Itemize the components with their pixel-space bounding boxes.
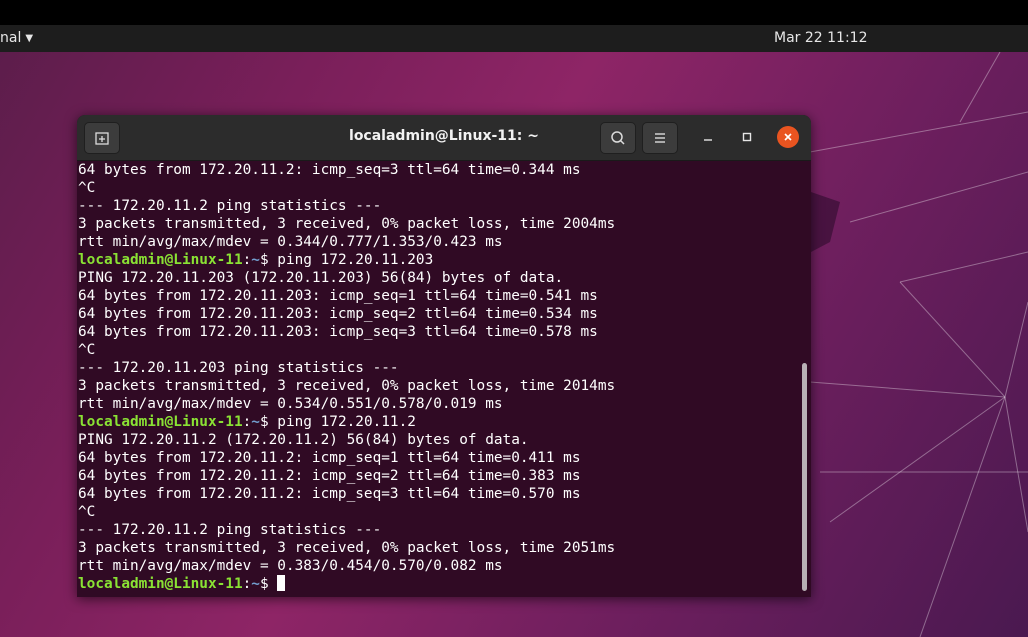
output-line: 64 bytes from 172.20.11.203: icmp_seq=3 … bbox=[78, 324, 598, 340]
output-line: 64 bytes from 172.20.11.2: icmp_seq=3 tt… bbox=[78, 486, 581, 502]
output-line: --- 172.20.11.2 ping statistics --- bbox=[78, 522, 382, 538]
hamburger-menu-icon bbox=[655, 133, 665, 143]
terminal-window[interactable]: localadmin@Linux-11: ~ 64 bytes from 172… bbox=[77, 115, 811, 597]
app-menu-label: nal bbox=[0, 30, 22, 46]
command-text bbox=[269, 576, 278, 592]
prompt-path: ~ bbox=[251, 252, 260, 268]
output-line: ^C bbox=[78, 342, 96, 358]
prompt-separator: : bbox=[242, 414, 252, 430]
search-icon bbox=[611, 131, 625, 145]
output-line: 64 bytes from 172.20.11.2: icmp_seq=3 tt… bbox=[78, 162, 581, 178]
app-menu[interactable]: nal ▼ bbox=[0, 30, 33, 46]
close-button[interactable] bbox=[777, 126, 799, 148]
prompt-symbol: $ bbox=[259, 252, 269, 268]
prompt-path: ~ bbox=[251, 414, 260, 430]
output-line: 64 bytes from 172.20.11.203: icmp_seq=2 … bbox=[78, 306, 598, 322]
output-line: PING 172.20.11.2 (172.20.11.2) 56(84) by… bbox=[78, 432, 529, 448]
output-line: rtt min/avg/max/mdev = 0.383/0.454/0.570… bbox=[78, 558, 503, 574]
prompt-path: ~ bbox=[251, 576, 260, 592]
output-line: 3 packets transmitted, 3 received, 0% pa… bbox=[78, 540, 616, 556]
prompt-line: localadmin@Linux-11:~$ ping 172.20.11.20… bbox=[78, 251, 798, 269]
prompt-symbol: $ bbox=[259, 576, 269, 592]
output-line: rtt min/avg/max/mdev = 0.344/0.777/1.353… bbox=[78, 234, 503, 250]
prompt-user: localadmin@Linux-11 bbox=[78, 252, 243, 268]
maximize-icon bbox=[742, 132, 752, 142]
terminal-output[interactable]: 64 bytes from 172.20.11.2: icmp_seq=3 tt… bbox=[78, 161, 798, 597]
command-text: ping 172.20.11.2 bbox=[268, 414, 416, 430]
minimize-icon bbox=[704, 139, 712, 141]
output-line: 3 packets transmitted, 3 received, 0% pa… bbox=[78, 378, 616, 394]
prompt-separator: : bbox=[242, 576, 252, 592]
prompt-user: localadmin@Linux-11 bbox=[78, 576, 243, 592]
output-line: --- 172.20.11.2 ping statistics --- bbox=[78, 198, 382, 214]
maximize-button[interactable] bbox=[736, 126, 758, 148]
screen-top-edge bbox=[0, 0, 1028, 25]
caret-down-icon: ▼ bbox=[25, 32, 34, 44]
minimize-button[interactable] bbox=[697, 126, 719, 148]
output-line: 64 bytes from 172.20.11.2: icmp_seq=2 tt… bbox=[78, 468, 581, 484]
output-line: ^C bbox=[78, 180, 96, 196]
title-bar[interactable]: localadmin@Linux-11: ~ bbox=[77, 115, 811, 161]
output-line: 3 packets transmitted, 3 received, 0% pa… bbox=[78, 216, 616, 232]
prompt-separator: : bbox=[242, 252, 252, 268]
output-line: rtt min/avg/max/mdev = 0.534/0.551/0.578… bbox=[78, 396, 503, 412]
search-button[interactable] bbox=[600, 122, 636, 154]
prompt-line: localadmin@Linux-11:~$ bbox=[78, 575, 798, 593]
command-text: ping 172.20.11.203 bbox=[268, 252, 434, 268]
prompt-line: localadmin@Linux-11:~$ ping 172.20.11.2 bbox=[78, 413, 798, 431]
terminal-scrollbar[interactable] bbox=[802, 363, 807, 591]
text-cursor bbox=[277, 575, 286, 591]
close-icon bbox=[784, 133, 792, 141]
output-line: ^C bbox=[78, 504, 96, 520]
output-line: 64 bytes from 172.20.11.2: icmp_seq=1 tt… bbox=[78, 450, 581, 466]
output-line: 64 bytes from 172.20.11.203: icmp_seq=1 … bbox=[78, 288, 598, 304]
top-panel: nal ▼ Mar 22 11:12 bbox=[0, 25, 1028, 52]
output-line: PING 172.20.11.203 (172.20.11.203) 56(84… bbox=[78, 270, 564, 286]
menu-button[interactable] bbox=[642, 122, 678, 154]
output-line: --- 172.20.11.203 ping statistics --- bbox=[78, 360, 399, 376]
prompt-symbol: $ bbox=[259, 414, 269, 430]
prompt-user: localadmin@Linux-11 bbox=[78, 414, 243, 430]
clock[interactable]: Mar 22 11:12 bbox=[774, 30, 867, 46]
